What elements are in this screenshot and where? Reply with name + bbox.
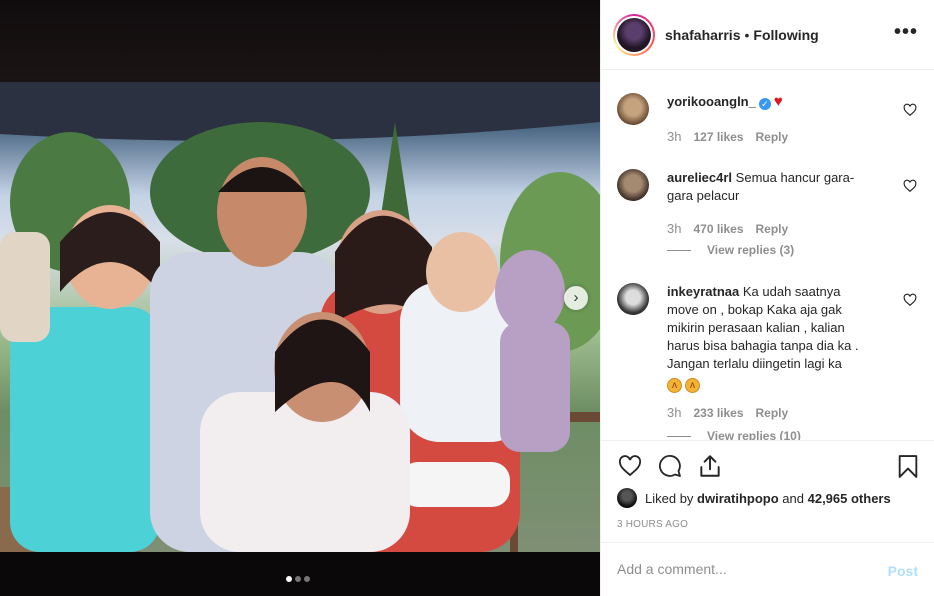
post-timestamp[interactable]: 3 HOURS AGO: [617, 519, 688, 530]
view-replies-label: View replies (10): [707, 429, 801, 441]
comment-time: 3h: [667, 129, 682, 144]
comment-text: aureliec4rl Semua hancur gara-gara pelac…: [667, 169, 867, 205]
carousel-dot-1: [286, 576, 292, 582]
reply-button[interactable]: Reply: [756, 130, 789, 144]
commenter-avatar[interactable]: [617, 169, 649, 201]
header-separator: •: [744, 26, 750, 43]
like-heart-icon[interactable]: [617, 454, 643, 478]
red-heart-emoji-icon: ♥: [773, 93, 783, 110]
comment-text: inkeyratnaa Ka udah saatnya move on , bo…: [667, 283, 867, 393]
comment-likes[interactable]: 470 likes: [693, 222, 743, 236]
liker-username[interactable]: dwiratihpopo: [697, 491, 779, 506]
view-replies-label: View replies (3): [707, 243, 795, 257]
verified-badge-icon: ✓: [758, 98, 771, 110]
commenter-username[interactable]: yorikooangln_: [667, 94, 756, 109]
carousel-dot-2: [295, 576, 301, 582]
reply-button[interactable]: Reply: [756, 222, 789, 236]
comment-time: 3h: [667, 221, 682, 236]
post-comment-button[interactable]: Post: [888, 563, 918, 579]
liked-by-summary: Liked by dwiratihpopo and 42,965 others: [617, 488, 891, 508]
liked-by-middle: and: [782, 490, 804, 506]
author-username[interactable]: shafaharris: [665, 27, 740, 43]
like-comment-heart-icon[interactable]: [903, 103, 917, 117]
angry-face-emoji-icon: ʌ: [685, 378, 700, 393]
carousel-dot-3: [304, 576, 310, 582]
author-avatar[interactable]: [613, 13, 655, 56]
tv-frame-top: [0, 0, 600, 82]
angry-face-emoji-icon: ʌ: [667, 378, 682, 393]
post-media[interactable]: ›: [0, 0, 600, 596]
share-icon[interactable]: [697, 453, 723, 479]
post-action-bar: [617, 450, 921, 482]
carousel-next-button[interactable]: ›: [564, 286, 588, 310]
comment-likes[interactable]: 127 likes: [693, 130, 743, 144]
liker-avatar[interactable]: [617, 488, 637, 508]
comments-list[interactable]: yorikooangln_ ✓ ♥ 3h 127 likes Reply aurel…: [601, 71, 934, 441]
replies-divider: [667, 249, 691, 251]
post-header: shafaharris • Following •••: [601, 0, 934, 70]
commenter-username[interactable]: aureliec4rl: [667, 170, 732, 185]
comment-time: 3h: [667, 405, 682, 420]
like-comment-heart-icon[interactable]: [903, 293, 917, 307]
commenter-avatar[interactable]: [617, 283, 649, 315]
carousel-indicator: [286, 576, 310, 582]
more-options-icon[interactable]: •••: [894, 22, 918, 42]
commenter-avatar[interactable]: [617, 93, 649, 125]
commenter-username[interactable]: inkeyratnaa: [667, 284, 739, 299]
comment-input[interactable]: [617, 561, 867, 577]
liked-by-prefix: Liked by: [645, 490, 694, 506]
comment-bubble-icon[interactable]: [657, 454, 683, 478]
like-comment-heart-icon[interactable]: [903, 179, 917, 193]
reply-button[interactable]: Reply: [756, 406, 789, 420]
author-avatar-image: [617, 17, 651, 52]
post-photo: [0, 82, 600, 552]
post-side-panel: shafaharris • Following ••• yorikooangln…: [600, 0, 934, 596]
following-button[interactable]: Following: [753, 27, 818, 43]
view-replies-button[interactable]: View replies (3): [667, 243, 794, 257]
view-replies-button[interactable]: View replies (10): [667, 429, 801, 441]
add-comment-bar: Post: [601, 542, 934, 596]
replies-divider: [667, 435, 691, 437]
likes-count[interactable]: 42,965 others: [808, 491, 891, 506]
family-photo-illustration: [0, 82, 600, 552]
tv-frame-bottom: [0, 552, 600, 596]
comment-likes[interactable]: 233 likes: [693, 406, 743, 420]
save-bookmark-icon[interactable]: [897, 454, 919, 479]
comment-text: yorikooangln_ ✓ ♥: [667, 93, 867, 111]
